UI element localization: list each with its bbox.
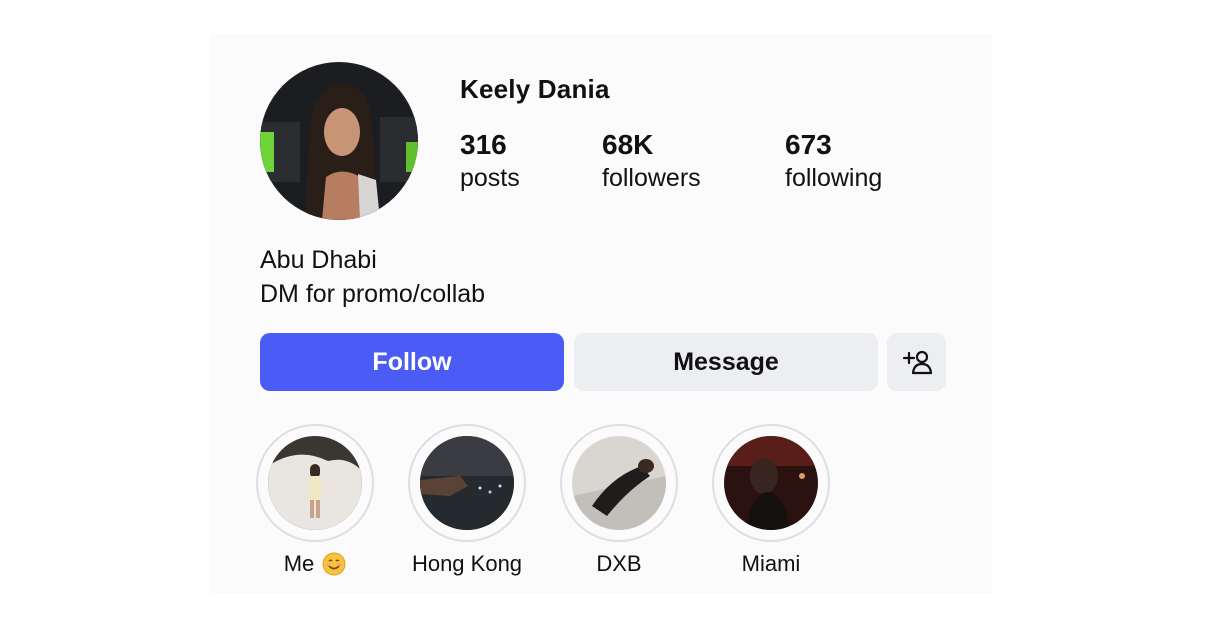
bio-location: Abu Dhabi xyxy=(260,246,377,274)
person-add-icon xyxy=(902,350,932,375)
highlight-ring xyxy=(256,424,374,542)
highlight-ring xyxy=(560,424,678,542)
stat-following[interactable]: 673 following xyxy=(785,128,882,194)
stat-followers-value: 68K xyxy=(602,129,654,160)
highlight-caption: Me xyxy=(256,551,374,577)
highlight-caption: Miami xyxy=(712,551,830,577)
stat-posts[interactable]: 316 posts xyxy=(460,128,520,194)
stat-posts-label: posts xyxy=(460,164,520,192)
highlight-caption: Hong Kong xyxy=(408,551,526,577)
message-button[interactable]: Message xyxy=(574,333,878,391)
highlight-label: Hong Kong xyxy=(411,551,523,576)
smiling-face-emoji-icon xyxy=(322,552,346,576)
highlight-hong-kong[interactable]: Hong Kong xyxy=(408,424,526,577)
highlight-me[interactable]: Me xyxy=(256,424,374,577)
highlight-ring xyxy=(408,424,526,542)
profile-avatar[interactable] xyxy=(260,62,418,220)
profile-name: Keely Dania xyxy=(460,74,610,104)
stat-followers-label: followers xyxy=(602,164,701,192)
highlight-ring xyxy=(712,424,830,542)
highlight-cover xyxy=(268,436,362,530)
stat-followers[interactable]: 68K followers xyxy=(602,128,701,194)
highlight-caption: DXB xyxy=(560,551,678,577)
profile-bio: Abu Dhabi DM for promo/collab xyxy=(260,243,485,311)
highlight-dxb[interactable]: DXB xyxy=(560,424,678,577)
bio-note: DM for promo/collab xyxy=(260,280,486,308)
highlight-cover xyxy=(420,436,514,530)
highlight-label: DXB xyxy=(596,551,642,576)
stat-following-label: following xyxy=(785,164,883,192)
suggest-users-button[interactable] xyxy=(887,333,946,391)
highlight-cover xyxy=(724,436,818,530)
highlight-cover xyxy=(572,436,666,530)
highlight-miami[interactable]: Miami xyxy=(712,424,830,577)
highlight-label: Miami xyxy=(741,551,801,576)
avatar-photo xyxy=(260,62,418,220)
stat-following-value: 673 xyxy=(785,129,832,160)
follow-button[interactable]: Follow xyxy=(260,333,564,391)
stat-posts-value: 316 xyxy=(460,129,507,160)
highlight-label: Me xyxy=(283,551,315,576)
